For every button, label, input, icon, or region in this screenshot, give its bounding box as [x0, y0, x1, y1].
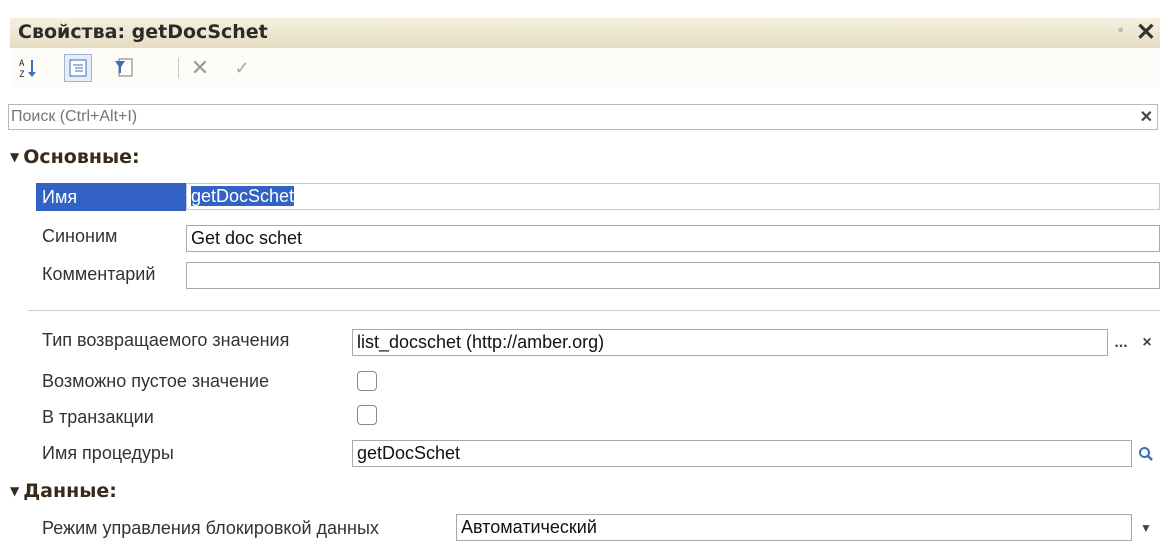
section-data[interactable]: ▼ Данные:: [10, 480, 117, 502]
collapse-arrow-icon: ▼: [10, 150, 20, 164]
clear-return-type-button[interactable]: ×: [1136, 330, 1158, 355]
synonym-label: Синоним: [42, 226, 118, 246]
nullable-checkbox[interactable]: [357, 371, 377, 391]
close-icon[interactable]: ✕: [1136, 18, 1156, 47]
toolbar: A Z ✕ ✓: [10, 48, 1160, 88]
lock-mode-label: Режим управления блокировкой данных: [42, 518, 379, 538]
sort-az-icon[interactable]: A Z: [14, 54, 42, 82]
section-main-label: Основные:: [23, 146, 140, 168]
search-icon[interactable]: [1134, 441, 1158, 466]
lock-mode-select[interactable]: Автоматический: [456, 514, 1132, 541]
synonym-value: Get doc schet: [191, 228, 303, 248]
lock-mode-value: Автоматический: [461, 517, 597, 537]
procedure-field[interactable]: getDocSchet: [352, 440, 1132, 467]
cancel-icon[interactable]: ✕: [186, 54, 214, 82]
search-clear-icon[interactable]: ✕: [1140, 107, 1153, 127]
return-type-field[interactable]: list_docschet (http://amber.org): [352, 329, 1108, 356]
ellipsis-button[interactable]: ...: [1108, 330, 1134, 355]
panel-title: Свойства: getDocSchet: [18, 21, 268, 43]
comment-label: Комментарий: [42, 264, 156, 284]
divider: [28, 310, 1160, 311]
nullable-label: Возможно пустое значение: [42, 371, 270, 391]
name-label: Имя: [36, 183, 186, 211]
name-value: getDocSchet: [191, 186, 295, 206]
synonym-field[interactable]: Get doc schet: [186, 225, 1160, 252]
filter-icon[interactable]: [110, 54, 138, 82]
procedure-value: getDocSchet: [357, 443, 461, 463]
svg-text:A: A: [19, 59, 25, 69]
transaction-checkbox[interactable]: [357, 405, 377, 425]
name-field[interactable]: getDocSchet: [186, 183, 1160, 210]
procedure-label: Имя процедуры: [42, 443, 174, 463]
return-type-label: Тип возвращаемого значения: [42, 330, 290, 350]
search-input[interactable]: [11, 106, 1121, 128]
comment-field[interactable]: [186, 262, 1160, 289]
dropdown-arrow-icon[interactable]: ▼: [1134, 515, 1158, 540]
transaction-label: В транзакции: [42, 407, 154, 427]
svg-text:Z: Z: [19, 70, 25, 79]
section-data-label: Данные:: [23, 480, 117, 502]
apply-icon[interactable]: ✓: [228, 54, 256, 82]
section-main[interactable]: ▼ Основные:: [10, 146, 140, 168]
pin-icon[interactable]: ●: [1117, 24, 1124, 36]
panel-title-bar: Свойства: getDocSchet ● ✕: [10, 18, 1160, 49]
search-field: ✕: [8, 104, 1158, 130]
return-type-value: list_docschet (http://amber.org): [357, 332, 605, 352]
toolbar-separator: [178, 58, 179, 78]
categories-icon[interactable]: [64, 54, 92, 82]
collapse-arrow-icon: ▼: [10, 484, 20, 498]
